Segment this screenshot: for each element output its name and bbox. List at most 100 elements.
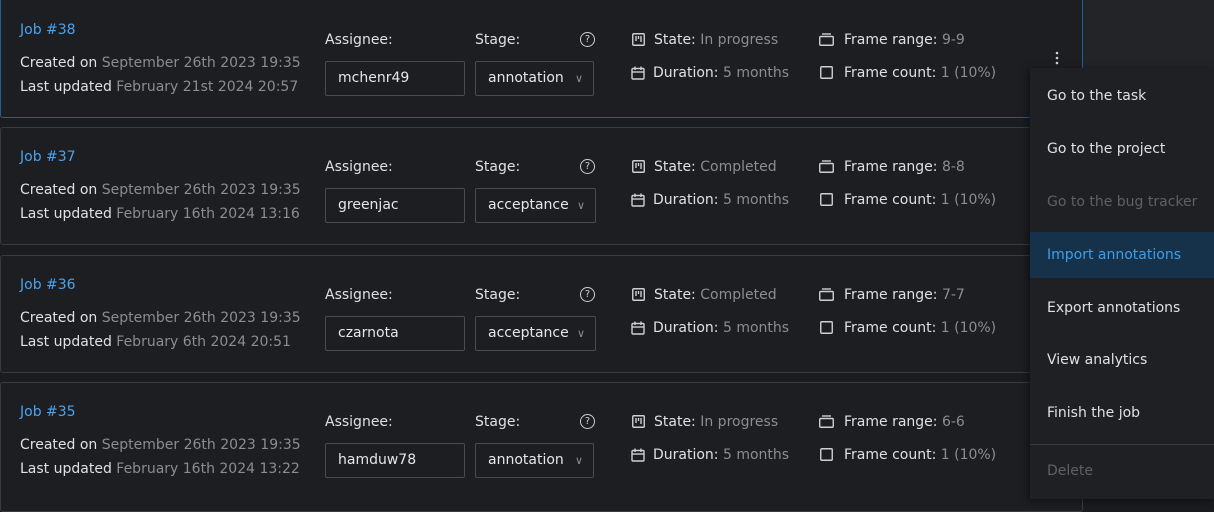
- state-label: State:: [654, 287, 696, 303]
- state-value: Completed: [700, 287, 777, 303]
- menu-item-export-annotations[interactable]: Export annotations: [1030, 285, 1214, 331]
- created-prefix: Created on: [20, 437, 98, 453]
- created-line: Created on September 26th 2023 19:35: [20, 437, 301, 453]
- menu-divider: [1030, 444, 1214, 445]
- updated-prefix: Last updated: [20, 461, 112, 477]
- assignee-label: Assignee:: [325, 32, 393, 48]
- created-date: September 26th 2023 19:35: [101, 310, 301, 326]
- created-line: Created on September 26th 2023 19:35: [20, 310, 301, 326]
- job-link[interactable]: Job #37: [20, 149, 76, 165]
- state-label: State:: [654, 159, 696, 175]
- created-date: September 26th 2023 19:35: [101, 437, 301, 453]
- updated-prefix: Last updated: [20, 79, 112, 95]
- frame-range-value: 8-8: [941, 159, 965, 175]
- menu-item-go-to-task[interactable]: Go to the task: [1030, 73, 1214, 119]
- duration-field: Duration: 5 months: [653, 65, 789, 81]
- assignee-input[interactable]: czarnota: [325, 316, 465, 351]
- state-value: In progress: [700, 32, 779, 48]
- duration-value: 5 months: [722, 320, 790, 336]
- state-field: State: Completed: [654, 159, 777, 175]
- frames-icon: [819, 160, 834, 173]
- duration-field: Duration: 5 months: [653, 320, 789, 336]
- created-prefix: Created on: [20, 182, 98, 198]
- job-link[interactable]: Job #35: [20, 404, 76, 420]
- chevron-down-icon: ∨: [574, 72, 583, 85]
- frame-count-value: 1 (10%): [940, 447, 997, 463]
- state-value: Completed: [700, 159, 777, 175]
- created-date: September 26th 2023 19:35: [101, 55, 301, 71]
- question-circle-icon[interactable]: ?: [580, 32, 595, 47]
- job-card: Job #36 Created on September 26th 2023 1…: [0, 255, 1083, 373]
- frames-icon: [819, 33, 834, 46]
- stage-label: Stage:: [475, 287, 521, 303]
- question-circle-icon[interactable]: ?: [580, 287, 595, 302]
- square-icon: [820, 66, 833, 79]
- menu-item-go-to-project[interactable]: Go to the project: [1030, 126, 1214, 172]
- state-board-icon: [632, 33, 645, 46]
- updated-line: Last updated February 16th 2024 13:16: [20, 206, 300, 222]
- duration-value: 5 months: [722, 447, 790, 463]
- duration-label: Duration:: [653, 447, 719, 463]
- menu-item-finish-job[interactable]: Finish the job: [1030, 390, 1214, 436]
- stage-select[interactable]: annotation ∨: [475, 443, 594, 478]
- duration-value: 5 months: [722, 65, 790, 81]
- assignee-input[interactable]: greenjac: [325, 188, 465, 223]
- frame-count-value: 1 (10%): [940, 320, 997, 336]
- duration-label: Duration:: [653, 320, 719, 336]
- frame-range-value: 9-9: [941, 32, 965, 48]
- stage-select[interactable]: acceptance ∨: [475, 188, 596, 223]
- job-link[interactable]: Job #36: [20, 277, 76, 293]
- updated-prefix: Last updated: [20, 334, 112, 350]
- job-card: Job #37 Created on September 26th 2023 1…: [0, 127, 1083, 245]
- frame-range-label: Frame range:: [844, 32, 938, 48]
- state-board-icon: [632, 288, 645, 301]
- question-circle-icon[interactable]: ?: [580, 414, 595, 429]
- more-options-icon[interactable]: [1053, 50, 1061, 66]
- created-line: Created on September 26th 2023 19:35: [20, 182, 301, 198]
- state-board-icon: [632, 415, 645, 428]
- updated-date: February 16th 2024 13:16: [116, 206, 300, 222]
- stage-select[interactable]: acceptance ∨: [475, 316, 596, 351]
- frame-count-field: Frame count: 1 (10%): [844, 65, 996, 81]
- frames-icon: [819, 288, 834, 301]
- assignee-input[interactable]: hamduw78: [325, 443, 465, 478]
- square-icon: [820, 193, 833, 206]
- state-board-icon: [632, 160, 645, 173]
- frame-range-field: Frame range: 8-8: [844, 159, 965, 175]
- duration-label: Duration:: [653, 192, 719, 208]
- square-icon: [820, 321, 833, 334]
- job-card: Job #35 Created on September 26th 2023 1…: [0, 382, 1083, 512]
- job-link[interactable]: Job #38: [20, 22, 76, 38]
- created-prefix: Created on: [20, 310, 98, 326]
- menu-item-delete: Delete: [1047, 463, 1093, 479]
- frame-count-field: Frame count: 1 (10%): [844, 320, 996, 336]
- calendar-icon: [631, 448, 645, 462]
- calendar-icon: [631, 321, 645, 335]
- question-circle-icon[interactable]: ?: [580, 159, 595, 174]
- frame-range-field: Frame range: 7-7: [844, 287, 965, 303]
- updated-line: Last updated February 16th 2024 13:22: [20, 461, 300, 477]
- job-card: Job #38 Created on September 26th 2023 1…: [0, 0, 1083, 118]
- frame-range-label: Frame range:: [844, 159, 938, 175]
- frame-range-value: 7-7: [941, 287, 965, 303]
- created-prefix: Created on: [20, 55, 98, 71]
- job-actions-menu: Go to the task Go to the project Go to t…: [1030, 68, 1214, 499]
- assignee-input[interactable]: mchenr49: [325, 61, 465, 96]
- menu-item-go-to-bug-tracker: Go to the bug tracker: [1047, 194, 1198, 210]
- state-field: State: In progress: [654, 414, 778, 430]
- created-line: Created on September 26th 2023 19:35: [20, 55, 301, 71]
- calendar-icon: [631, 193, 645, 207]
- duration-value: 5 months: [722, 192, 790, 208]
- stage-select[interactable]: annotation ∨: [475, 61, 594, 96]
- assignee-label: Assignee:: [325, 287, 393, 303]
- assignee-label: Assignee:: [325, 159, 393, 175]
- updated-date: February 21st 2024 20:57: [116, 79, 299, 95]
- frame-count-label: Frame count:: [844, 320, 937, 336]
- stage-value: acceptance: [488, 325, 569, 341]
- updated-date: February 6th 2024 20:51: [116, 334, 291, 350]
- square-icon: [820, 448, 833, 461]
- menu-item-import-annotations[interactable]: Import annotations: [1030, 232, 1214, 278]
- updated-line: Last updated February 6th 2024 20:51: [20, 334, 291, 350]
- state-field: State: In progress: [654, 32, 778, 48]
- menu-item-view-analytics[interactable]: View analytics: [1030, 337, 1214, 383]
